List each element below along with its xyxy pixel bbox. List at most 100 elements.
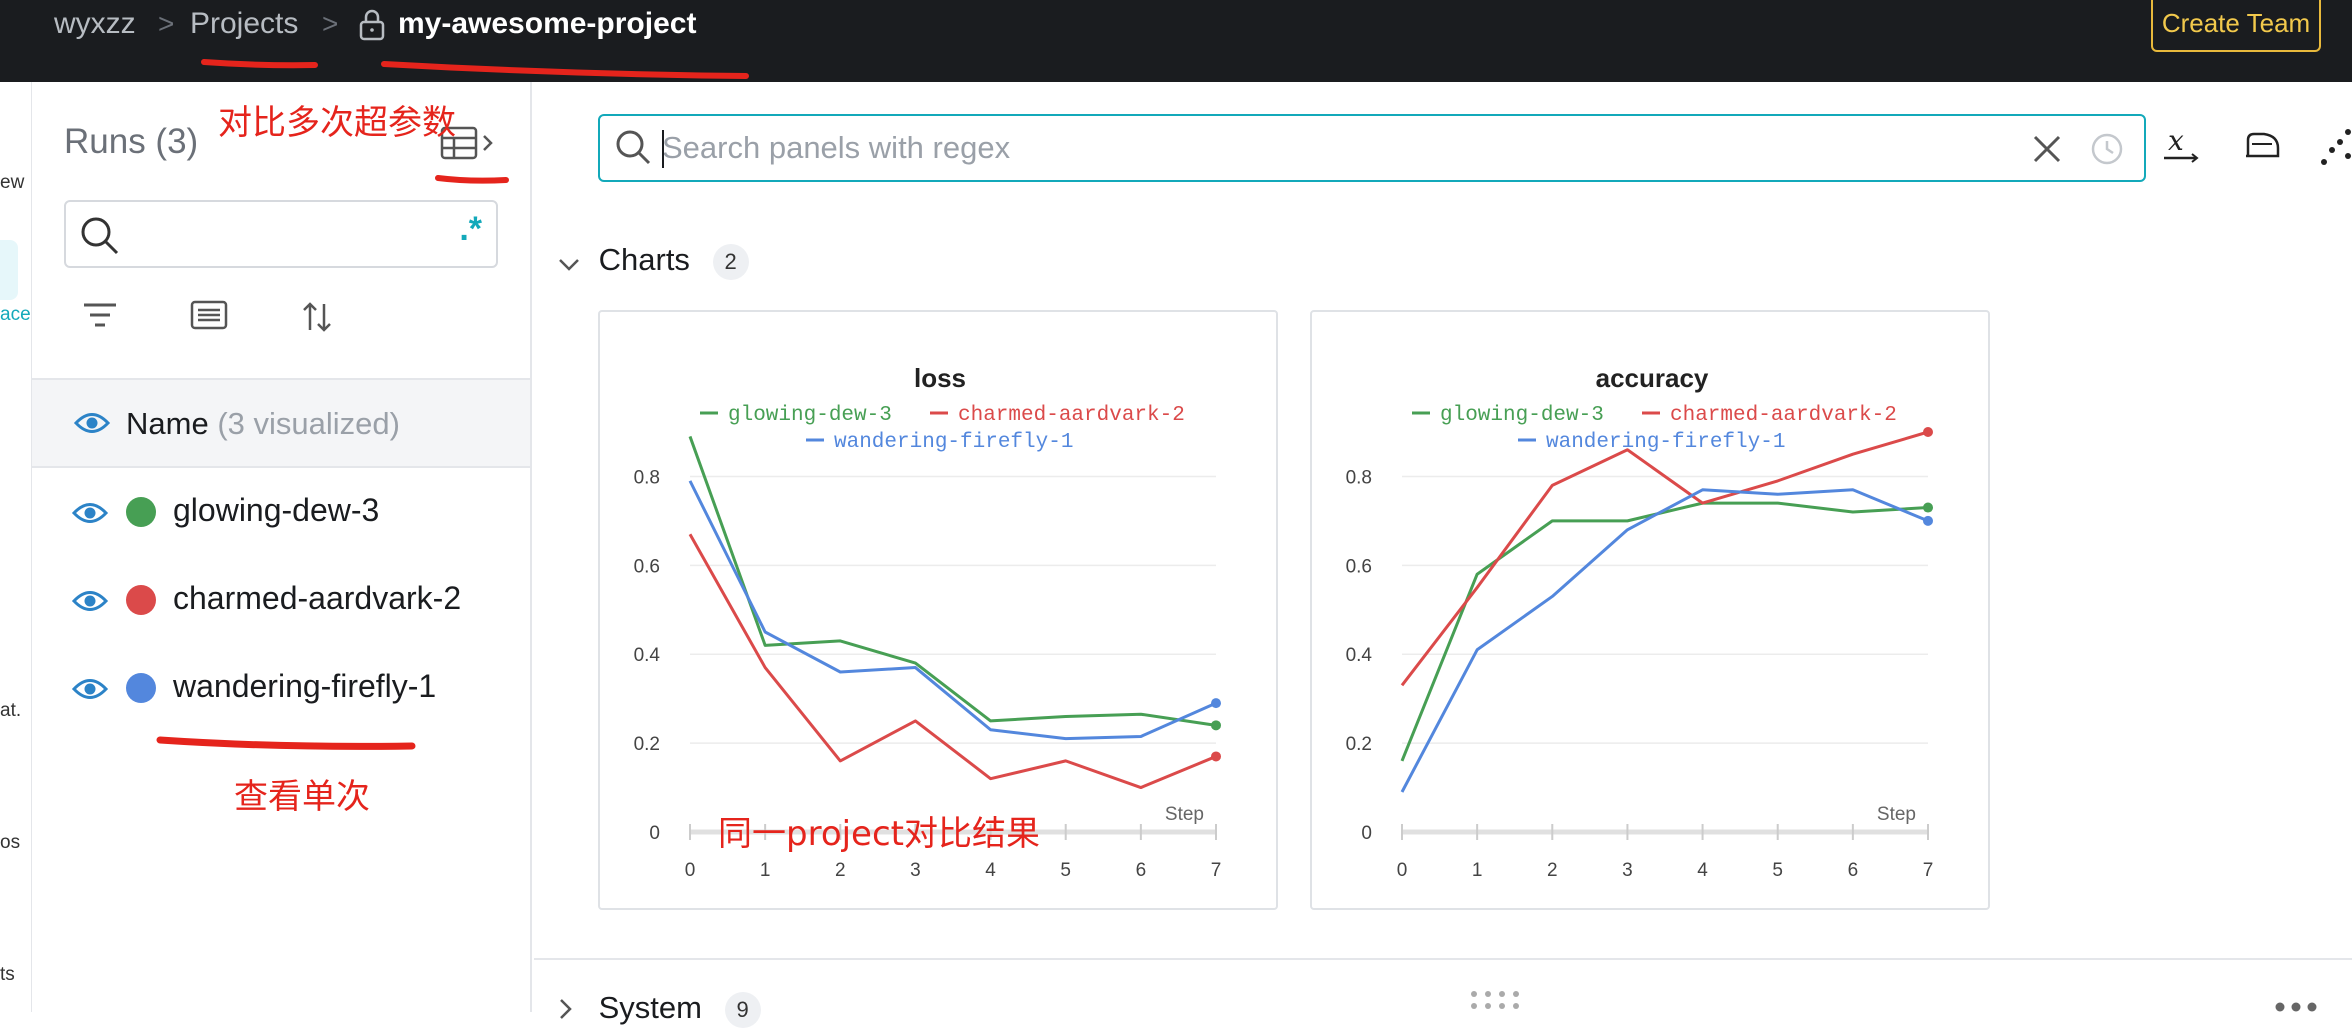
chart-title: accuracy: [1596, 363, 1709, 393]
smoothing-icon[interactable]: [2242, 128, 2282, 167]
left-nav-fragment[interactable]: ace: [0, 304, 31, 326]
more-icon[interactable]: [2274, 1000, 2318, 1018]
search-icon: [614, 128, 654, 173]
group-icon[interactable]: [190, 300, 228, 335]
close-icon[interactable]: [2032, 134, 2062, 169]
x-tick-label: 3: [910, 860, 921, 881]
history-icon[interactable]: [2090, 132, 2124, 171]
y-tick-label: 0.4: [634, 645, 661, 666]
charts-section-label: Charts: [598, 242, 690, 277]
series-line: [1400, 488, 1929, 793]
system-section-header[interactable]: System 9: [558, 990, 761, 1028]
breadcrumb-projects[interactable]: Projects: [190, 4, 298, 44]
y-tick-label: 0.8: [634, 467, 660, 488]
x-tick-label: 4: [985, 860, 996, 881]
eye-icon[interactable]: [71, 500, 109, 531]
sort-icon[interactable]: [300, 300, 334, 339]
series-end-point: [1211, 751, 1221, 762]
drag-handle-icon[interactable]: [1470, 990, 1526, 1015]
annotation-view-single: 查看单次: [234, 777, 370, 817]
run-name[interactable]: wandering-firefly-1: [173, 668, 436, 705]
annotation-compare-hparams: 对比多次超参数: [218, 103, 456, 143]
legend-entry: wandering-firefly-1: [1546, 431, 1785, 454]
charts-section-header[interactable]: Charts 2: [558, 242, 749, 280]
x-tick-label: 1: [1472, 860, 1483, 881]
x-tick-label: 0: [685, 860, 696, 881]
x-tick-label: 7: [1211, 860, 1222, 881]
y-tick-label: 0.2: [634, 734, 660, 755]
legend-entry: glowing-dew-3: [1440, 404, 1604, 427]
breadcrumb-separator: >: [158, 8, 175, 39]
annotation-underline: [435, 175, 509, 184]
run-row[interactable]: charmed-aardvark-2: [32, 556, 530, 644]
left-nav-fragment[interactable]: at.: [0, 700, 21, 722]
regex-toggle[interactable]: .*: [459, 210, 482, 249]
run-row[interactable]: wandering-firefly-1: [32, 644, 530, 732]
left-nav-strip: ew ace at. os ts: [0, 82, 32, 1012]
scatter-icon[interactable]: [2320, 126, 2352, 171]
eye-icon[interactable]: [71, 676, 109, 707]
panel-search-placeholder: Search panels with regex: [662, 130, 1011, 165]
visualized-count: (3 visualized): [217, 406, 400, 441]
run-color-dot[interactable]: [126, 497, 156, 527]
run-color-dot[interactable]: [126, 585, 156, 615]
x-tick-label: 3: [1622, 860, 1633, 881]
left-nav-fragment[interactable]: ts: [0, 964, 15, 986]
panel-search-input[interactable]: Search panels with regex: [598, 114, 2146, 182]
legend-entry: wandering-firefly-1: [834, 431, 1073, 454]
x-tick-label: 2: [835, 860, 846, 881]
series-line: [688, 480, 1217, 741]
y-tick-label: 0: [649, 823, 660, 844]
x-tick-label: 6: [1848, 860, 1859, 881]
x-tick-label: 1: [760, 860, 771, 881]
run-color-dot[interactable]: [126, 673, 156, 703]
eye-icon[interactable]: [73, 410, 111, 441]
charts-count-badge: 2: [712, 243, 749, 280]
series-line: [688, 533, 1217, 790]
chevron-down-icon[interactable]: [558, 244, 584, 280]
x-tick-label: 6: [1136, 860, 1147, 881]
runs-search-input[interactable]: .*: [64, 200, 498, 268]
breadcrumb-project-name[interactable]: my-awesome-project: [398, 4, 696, 44]
run-row[interactable]: glowing-dew-3: [32, 468, 530, 556]
x-axis-label: Step: [1165, 804, 1204, 825]
y-tick-label: 0.4: [1346, 645, 1373, 666]
left-nav-fragment[interactable]: ew: [0, 172, 24, 194]
left-nav-active-item[interactable]: [0, 240, 18, 300]
x-tick-label: 7: [1923, 860, 1934, 881]
chevron-right-icon[interactable]: [558, 992, 584, 1028]
eye-icon[interactable]: [71, 588, 109, 619]
x-tick-label: 5: [1060, 860, 1071, 881]
y-tick-label: 0.8: [1346, 467, 1372, 488]
runs-title: Runs (3): [64, 122, 199, 161]
main-workspace: Search panels with regex x Charts 2 loss…: [534, 82, 2352, 1028]
series-line: [1400, 501, 1929, 762]
svg-text:x: x: [2168, 124, 2184, 157]
series-end-point: [1211, 720, 1221, 731]
runs-sidebar: Runs (3) .* Name (3 visualized) glowing-…: [32, 82, 532, 1012]
filter-icon[interactable]: [82, 300, 118, 335]
y-tick-label: 0.2: [1346, 734, 1372, 755]
create-team-button[interactable]: Create Team: [2151, 0, 2321, 52]
breadcrumb-entity[interactable]: wyxzz: [54, 4, 136, 44]
run-name[interactable]: glowing-dew-3: [173, 492, 379, 529]
name-column-header[interactable]: Name: [126, 406, 209, 441]
series-end-point: [1923, 515, 1933, 526]
x-axis-label: Step: [1877, 804, 1916, 825]
series-line: [688, 435, 1217, 727]
annotation-compare-results: 同一project对比结果: [718, 814, 1041, 854]
lock-icon: [358, 8, 386, 47]
x-axis-icon[interactable]: x: [2162, 124, 2202, 169]
left-nav-fragment[interactable]: os: [0, 832, 20, 854]
chart-title: loss: [914, 363, 966, 393]
breadcrumb-separator: >: [322, 8, 339, 39]
series-end-point: [1211, 698, 1221, 709]
x-tick-label: 2: [1547, 860, 1558, 881]
chart-panel-accuracy[interactable]: accuracy glowing-dew-3 charmed-aardvark-2 w…: [1310, 310, 1990, 910]
y-tick-label: 0.6: [634, 556, 660, 577]
x-tick-label: 5: [1772, 860, 1783, 881]
search-icon: [80, 216, 120, 261]
run-name[interactable]: charmed-aardvark-2: [173, 580, 461, 617]
runs-table-header: Name (3 visualized): [32, 378, 530, 468]
legend-entry: glowing-dew-3: [728, 404, 892, 427]
